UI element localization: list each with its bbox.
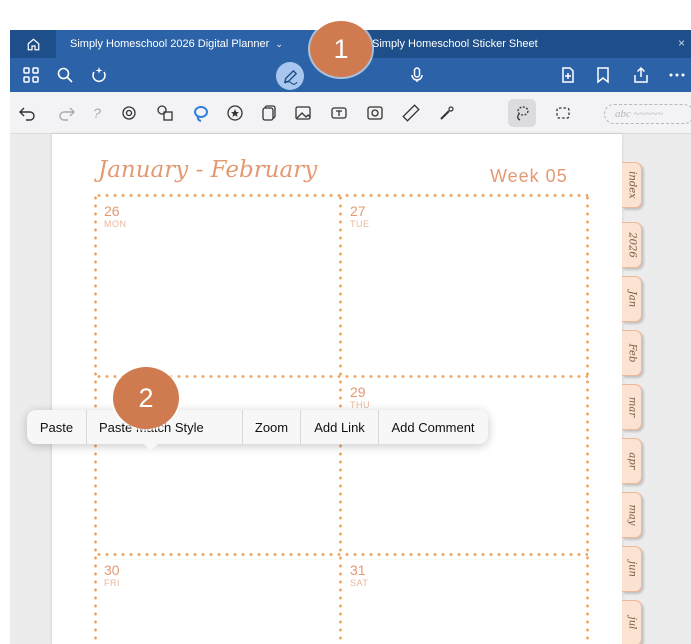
side-tab-jul[interactable]: jul bbox=[622, 600, 642, 644]
context-menu-pointer bbox=[143, 443, 159, 451]
menu-item-add-comment[interactable]: Add Comment bbox=[379, 410, 487, 444]
image-icon[interactable] bbox=[292, 102, 314, 124]
lasso-highlight-icon[interactable] bbox=[190, 102, 212, 124]
side-tab-label: apr bbox=[626, 452, 637, 470]
undo-icon[interactable] bbox=[16, 102, 38, 124]
day-name: THU bbox=[350, 400, 370, 410]
side-tab-apr[interactable]: apr bbox=[622, 438, 642, 484]
search-icon[interactable] bbox=[54, 64, 76, 86]
text-style-field[interactable]: abc ~~~~~ bbox=[604, 104, 691, 124]
grid-line bbox=[586, 194, 589, 644]
text-box-icon[interactable] bbox=[328, 102, 350, 124]
side-tab-jan[interactable]: Jan bbox=[622, 276, 642, 322]
side-tab-index[interactable]: index bbox=[622, 162, 642, 208]
more-icon[interactable] bbox=[666, 64, 688, 86]
side-tab-label: Feb bbox=[626, 343, 637, 363]
callout-badge: 1 bbox=[310, 21, 372, 77]
side-tab-label: Jan bbox=[626, 290, 637, 308]
side-tab-label: may bbox=[626, 504, 637, 526]
selection-icon[interactable] bbox=[552, 102, 574, 124]
day-name: FRI bbox=[104, 578, 120, 588]
context-menu: Paste Paste Match Style Zoom Add Link Ad… bbox=[27, 410, 488, 444]
lasso-eye-icon[interactable] bbox=[118, 102, 140, 124]
ruler-icon[interactable] bbox=[400, 102, 422, 124]
day-name: MON bbox=[104, 219, 127, 229]
redo-icon[interactable] bbox=[56, 102, 78, 124]
menu-item-zoom[interactable]: Zoom bbox=[243, 410, 301, 444]
laser-pointer-icon[interactable] bbox=[436, 102, 458, 124]
side-tab-label: index bbox=[626, 171, 637, 199]
day-number: 30 bbox=[104, 562, 120, 578]
day-name: TUE bbox=[350, 219, 370, 229]
home-icon[interactable] bbox=[10, 30, 56, 58]
close-icon[interactable]: × bbox=[678, 36, 685, 50]
side-tab-label: 2026 bbox=[626, 232, 637, 258]
elements-icon[interactable] bbox=[258, 102, 280, 124]
add-page-icon[interactable] bbox=[557, 64, 579, 86]
callout-badge: 2 bbox=[113, 367, 179, 429]
tab-sticker-sheet[interactable]: Simply Homeschool Sticker Sheet bbox=[356, 30, 646, 58]
side-tab-feb[interactable]: Feb bbox=[622, 330, 642, 376]
menu-item-add-link[interactable]: Add Link bbox=[301, 410, 379, 444]
side-tab-2026[interactable]: 2026 bbox=[622, 222, 642, 268]
shapes-icon[interactable] bbox=[154, 102, 176, 124]
day-number: 31 bbox=[350, 562, 366, 578]
side-tab-label: mar bbox=[626, 396, 637, 418]
share-sparkle-icon[interactable] bbox=[88, 64, 110, 86]
microphone-icon[interactable] bbox=[406, 64, 428, 86]
side-tab-mar[interactable]: mar bbox=[622, 384, 642, 430]
camera-icon[interactable] bbox=[364, 102, 386, 124]
export-icon[interactable] bbox=[630, 64, 652, 86]
lasso-icon[interactable] bbox=[508, 99, 536, 127]
side-tab-jun[interactable]: jun bbox=[622, 546, 642, 592]
day-number: 26 bbox=[104, 203, 120, 219]
sticker-icon[interactable] bbox=[224, 102, 246, 124]
day-number: 29 bbox=[350, 384, 366, 400]
bookmark-icon[interactable] bbox=[592, 64, 614, 86]
day-number: 27 bbox=[350, 203, 366, 219]
day-name: SAT bbox=[350, 578, 369, 588]
side-tab-label: jul bbox=[626, 616, 637, 630]
help-icon[interactable]: ? bbox=[86, 102, 108, 124]
menu-item-paste[interactable]: Paste bbox=[27, 410, 87, 444]
chevron-down-icon[interactable]: ⌄ bbox=[275, 39, 283, 50]
side-tab-may[interactable]: may bbox=[622, 492, 642, 538]
page-title: January - February bbox=[98, 157, 318, 183]
grid-icon[interactable] bbox=[20, 64, 42, 86]
side-tab-label: jun bbox=[626, 561, 637, 577]
pen-icon[interactable] bbox=[276, 62, 304, 90]
drawing-tools-row: ? abc ~~~~~ bbox=[10, 92, 691, 134]
tab-sticker-label: Simply Homeschool Sticker Sheet bbox=[372, 38, 538, 50]
tab-planner-label: Simply Homeschool 2026 Digital Planner bbox=[70, 38, 270, 50]
week-label: Week 05 bbox=[490, 166, 568, 186]
